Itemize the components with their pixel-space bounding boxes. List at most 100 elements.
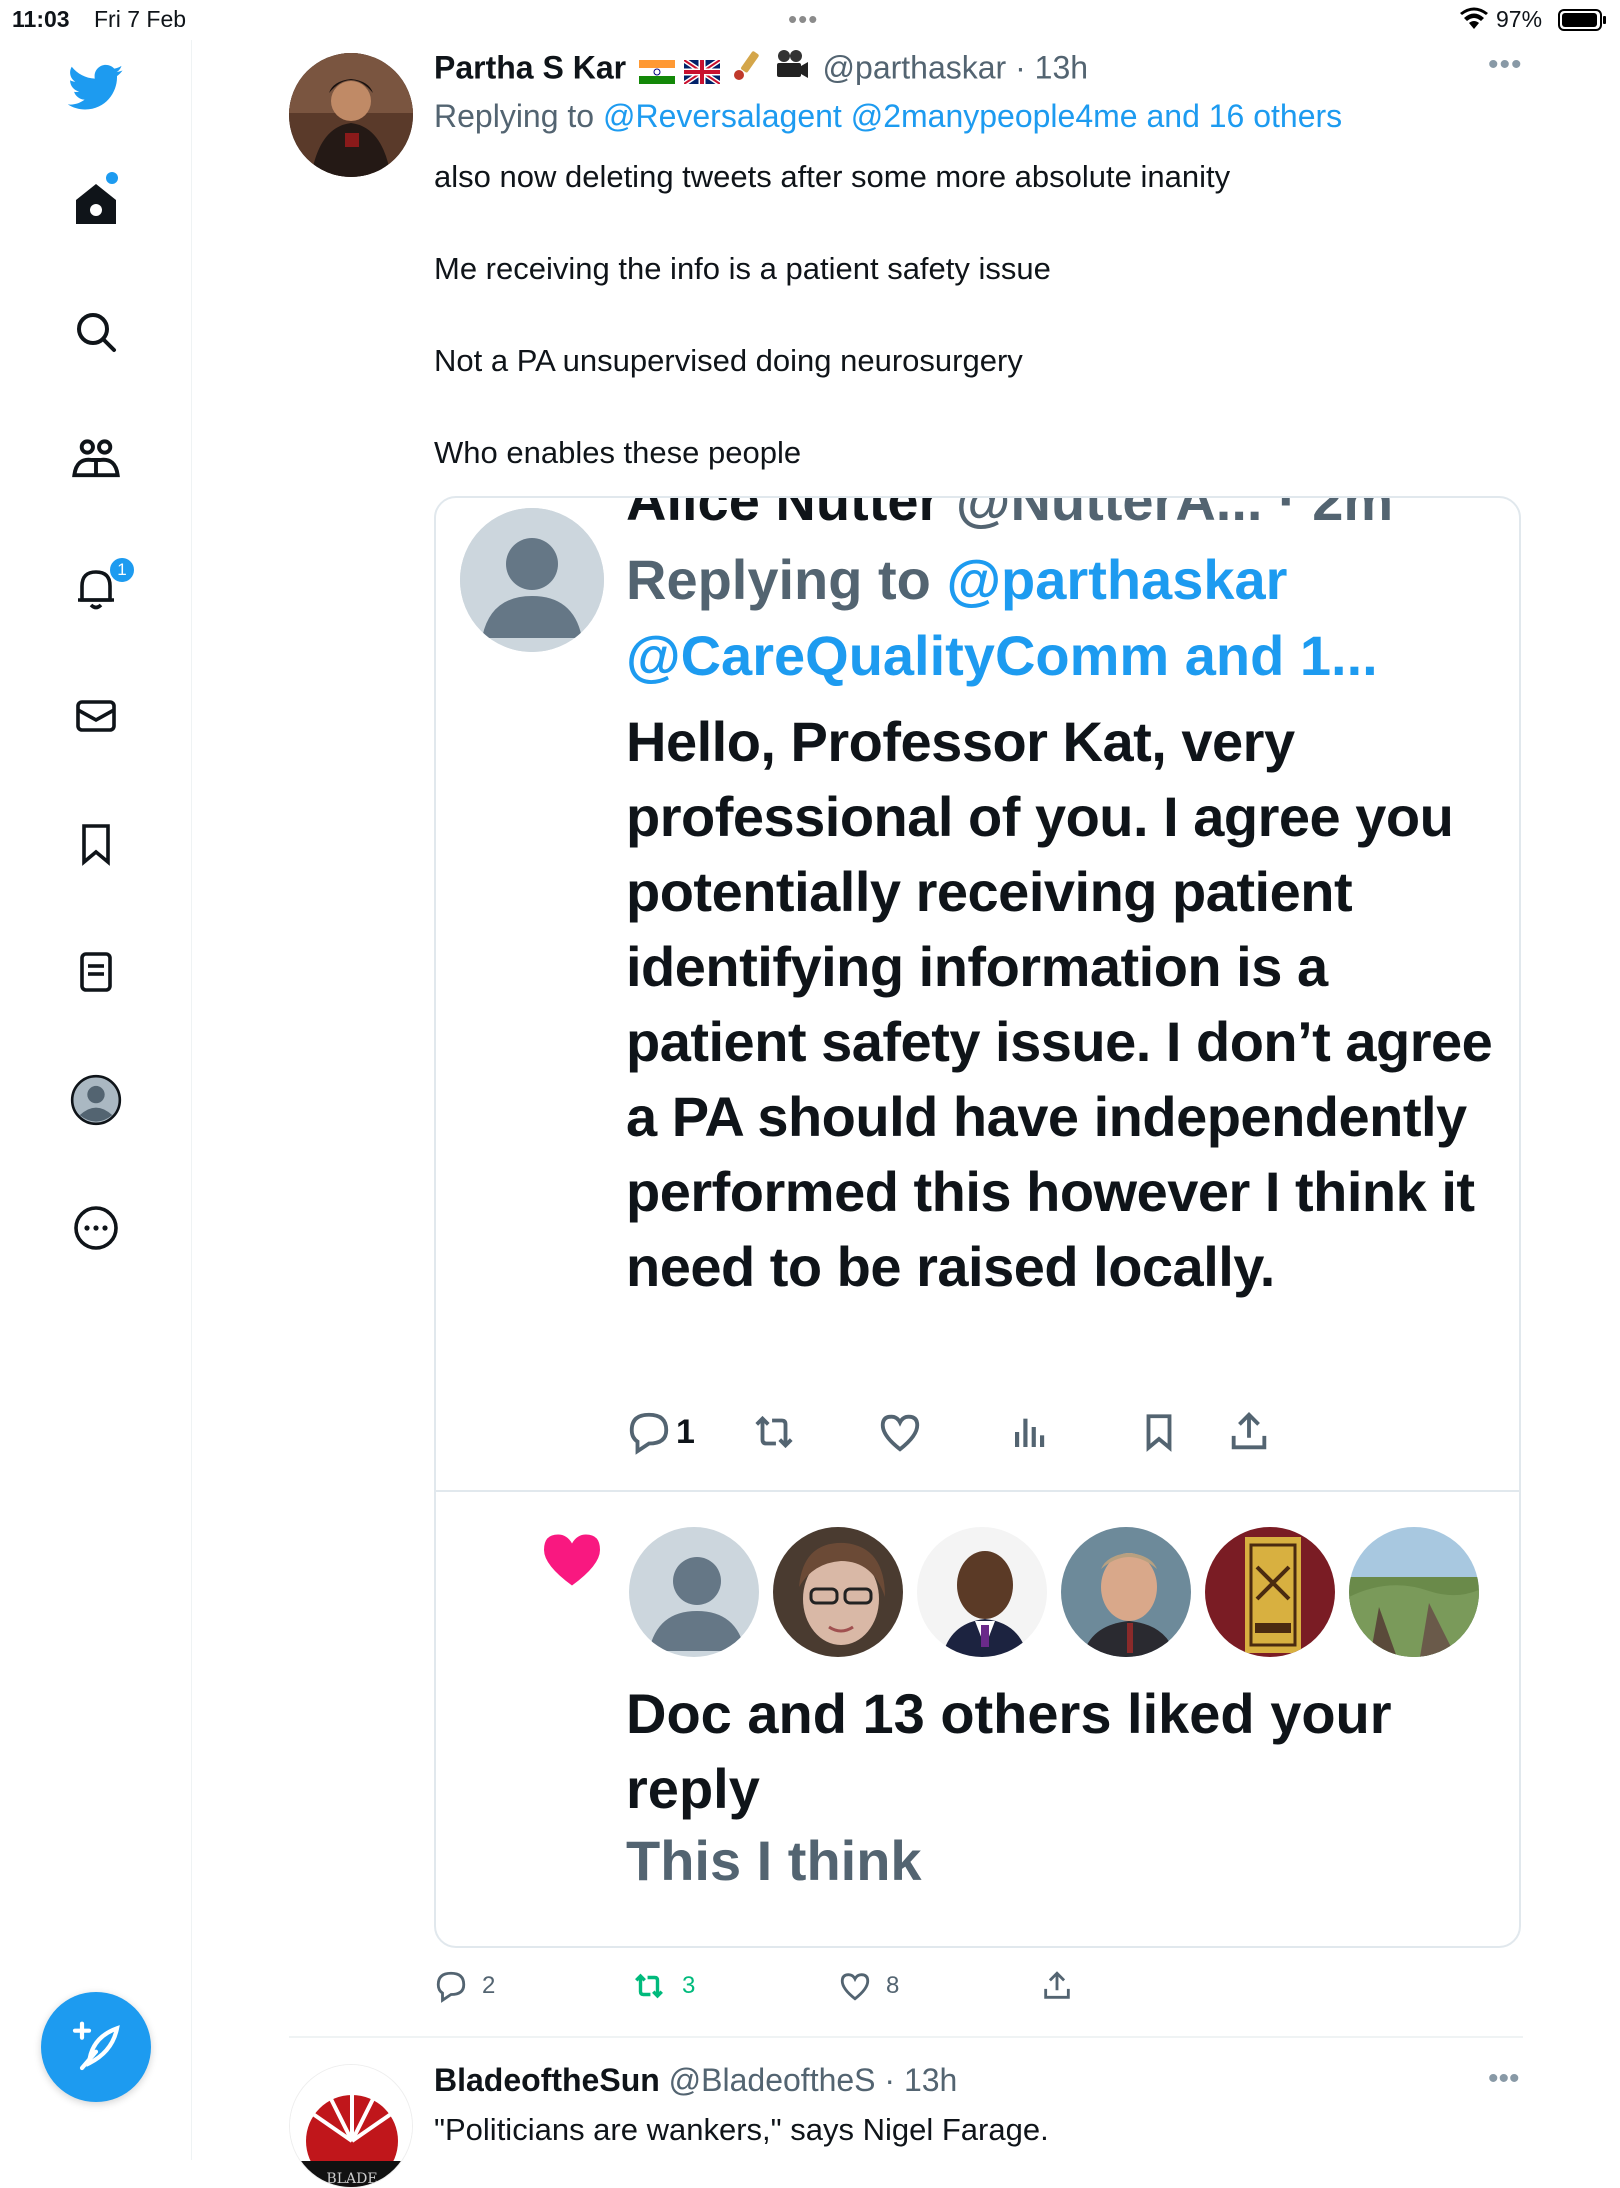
tweet-more-icon[interactable]: ••• xyxy=(1488,48,1523,82)
media-reply-count: 1 xyxy=(676,1412,695,1451)
media-reply-link-2: @CareQualityComm and 1... xyxy=(626,624,1378,687)
author-avatar[interactable] xyxy=(289,53,413,177)
home-icon xyxy=(76,184,116,224)
tweet-line: Who enables these people xyxy=(434,435,802,470)
nav-explore[interactable] xyxy=(64,300,128,364)
media-views-icon xyxy=(1015,1418,1045,1447)
next-tweet-header: BladeoftheSun @BladeoftheS · 13h xyxy=(434,2062,957,2099)
movie-camera-icon xyxy=(776,50,808,78)
search-icon xyxy=(77,313,116,352)
liker-avatar xyxy=(1202,1524,1338,1660)
wifi-icon xyxy=(1460,7,1488,29)
nav-profile[interactable] xyxy=(64,1068,128,1132)
author-name[interactable]: Partha S Kar xyxy=(434,49,626,85)
bookmark-icon xyxy=(82,824,110,866)
media-replying-to: Replying to @parthaskar @CareQualityComm… xyxy=(626,542,1378,694)
uk-flag-icon xyxy=(682,57,722,87)
media-reply-link-1: @parthaskar xyxy=(946,548,1288,611)
media-action-bar: 1 xyxy=(626,1402,1506,1462)
compose-feather-icon xyxy=(72,2021,120,2071)
media-like-action xyxy=(876,1402,924,1462)
nav-more[interactable] xyxy=(64,1196,128,1260)
nav-lists[interactable] xyxy=(64,940,128,1004)
like-button[interactable]: 8 xyxy=(838,1964,899,2008)
media-retweet-action xyxy=(750,1402,798,1462)
notifications-badge: 1 xyxy=(108,556,136,584)
home-unread-dot xyxy=(106,172,118,184)
battery-percent: 97% xyxy=(1496,6,1543,32)
mail-icon xyxy=(76,700,116,732)
tweet-header: Partha S Kar @parthaskar · 13h xyxy=(434,48,1088,92)
next-author-name[interactable]: BladeoftheSun xyxy=(434,2062,660,2098)
battery-icon xyxy=(1558,9,1606,31)
retweet-count: 3 xyxy=(682,1972,696,1999)
media-quote-text: This I think xyxy=(626,1829,922,1892)
media-author-handle: @NutterA... · 2m xyxy=(940,496,1394,532)
nav-messages[interactable] xyxy=(64,684,128,748)
liker-avatar xyxy=(770,1524,906,1660)
media-share-icon xyxy=(1231,1412,1267,1450)
next-author-avatar[interactable]: BLADE xyxy=(289,2064,413,2188)
reply-button[interactable]: 2 xyxy=(434,1964,495,2008)
next-tweet-time[interactable]: · 13h xyxy=(884,2062,957,2098)
author-handle[interactable]: @parthaskar xyxy=(823,49,1007,85)
media-author-name: Alice Nutter xyxy=(626,496,941,532)
replying-to: Replying to @Reversalagent @2manypeople4… xyxy=(434,98,1342,135)
replying-links[interactable]: @Reversalagent @2manypeople4me and 16 ot… xyxy=(603,98,1342,134)
replying-prefix: Replying to xyxy=(434,98,603,134)
list-icon xyxy=(80,952,112,992)
media-replying-prefix: Replying to xyxy=(626,548,947,611)
liker-avatar xyxy=(1346,1524,1482,1660)
compose-button[interactable] xyxy=(41,1992,151,2102)
media-reply-text: Hello, Professor Kat, very professional … xyxy=(626,710,1493,1298)
media-liked-heart-icon xyxy=(544,1534,600,1586)
media-views-action xyxy=(1010,1402,1050,1462)
next-author-handle[interactable]: @BladeoftheS xyxy=(669,2062,876,2098)
status-time: 11:03 xyxy=(12,6,70,32)
avatar-icon xyxy=(70,1074,122,1126)
cricket-icon xyxy=(733,51,759,80)
liker-avatar xyxy=(914,1524,1050,1660)
tweet-body: also now deleting tweets after some more… xyxy=(434,158,1230,472)
liker-avatar xyxy=(1058,1524,1194,1660)
more-circle-icon xyxy=(74,1206,118,1250)
heart-icon xyxy=(840,1973,870,2001)
india-flag-icon xyxy=(638,60,675,84)
media-separator xyxy=(436,1490,1519,1492)
next-tweet-body: "Politicians are wankers," says Nigel Fa… xyxy=(434,2112,1049,2147)
tweet-time[interactable]: · 13h xyxy=(1015,49,1088,85)
nav-bookmarks[interactable] xyxy=(64,812,128,876)
media-retweet-icon xyxy=(755,1415,793,1449)
next-avatar-text: BLADE xyxy=(326,2171,377,2187)
media-bookmark-action xyxy=(1138,1402,1180,1462)
tweet-line: Not a PA unsupervised doing neurosurgery xyxy=(434,343,1023,378)
share-icon xyxy=(1044,1971,1070,1999)
nav-home[interactable] xyxy=(64,172,128,236)
tweet-line: also now deleting tweets after some more… xyxy=(434,159,1231,194)
status-bar: 11:03 Fri 7 Feb ••• 97% xyxy=(0,0,1620,40)
media-liked-text: Doc and 13 others liked your reply xyxy=(626,1682,1392,1820)
retweet-button[interactable]: 3 xyxy=(630,1964,695,2008)
media-reply-icon xyxy=(629,1412,669,1455)
share-button[interactable] xyxy=(1040,1964,1074,2008)
liker-avatar xyxy=(626,1524,762,1660)
status-date: Fri 7 Feb xyxy=(94,6,187,32)
multitask-dots-icon[interactable]: ••• xyxy=(788,4,818,35)
media-cut-header: Alice Nutter @NutterA... · 2m xyxy=(626,496,1394,533)
media-bookmark-icon xyxy=(1146,1414,1172,1452)
media-default-avatar xyxy=(460,508,604,652)
next-tweet-more-icon[interactable]: ••• xyxy=(1488,2062,1520,2096)
flag-emojis xyxy=(638,48,810,92)
twitter-logo-icon[interactable] xyxy=(64,56,128,120)
communities-icon xyxy=(72,439,120,478)
tweet-media-image[interactable]: Alice Nutter @NutterA... · 2m Replying t… xyxy=(434,496,1521,1948)
nav-communities[interactable] xyxy=(64,428,128,492)
reply-count: 2 xyxy=(482,1972,496,1999)
tweet-line: Me receiving the info is a patient safet… xyxy=(434,251,1051,286)
tweet-action-bar: 2 3 8 xyxy=(434,1964,1134,2008)
media-heart-outline-icon xyxy=(880,1414,920,1452)
reply-icon xyxy=(436,1971,466,2003)
media-share-action xyxy=(1226,1402,1272,1462)
retweet-icon xyxy=(635,1973,663,1999)
media-reply-action: 1 xyxy=(626,1402,695,1462)
